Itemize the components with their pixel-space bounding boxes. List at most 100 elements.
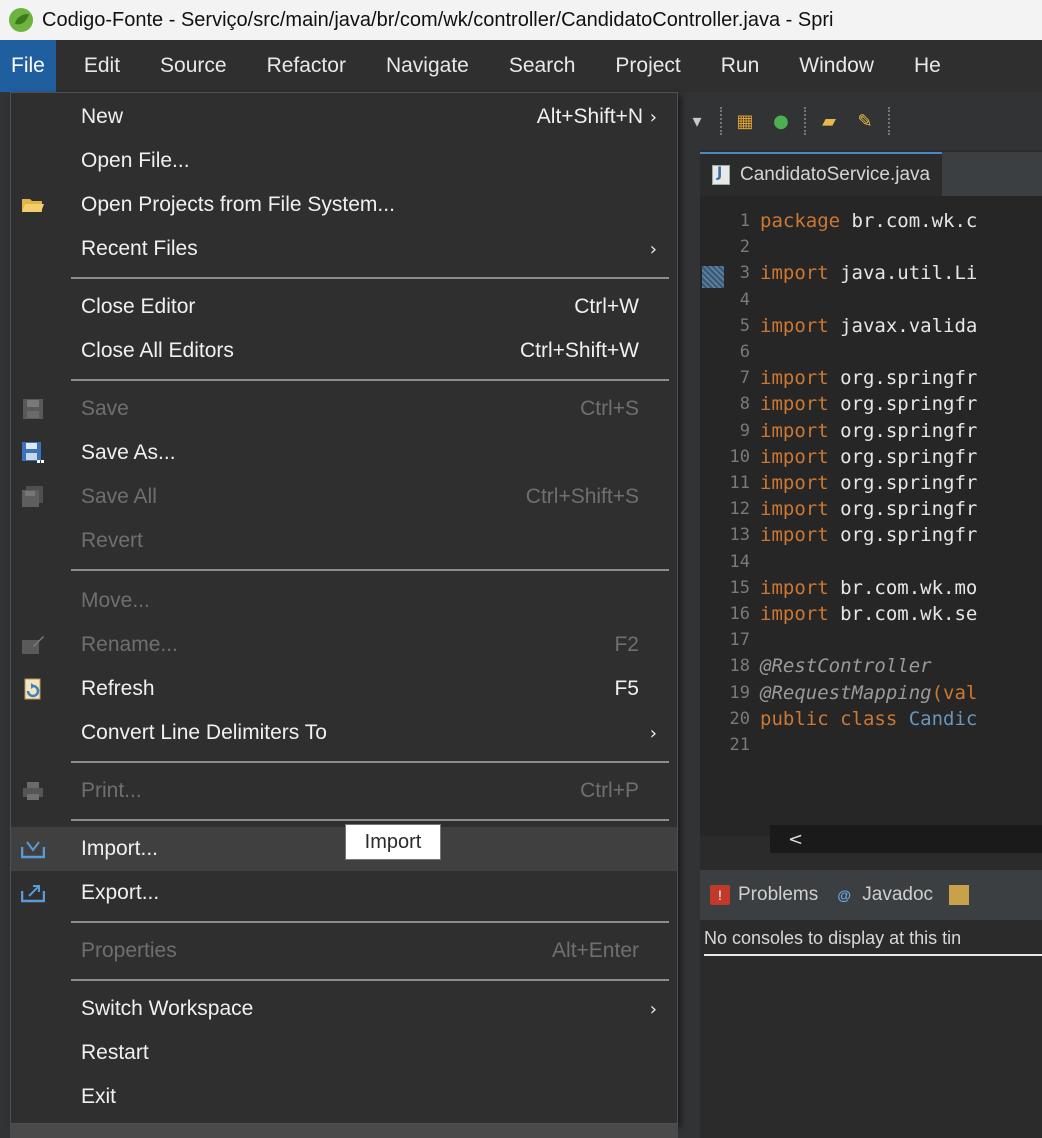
code-token: org.springfr: [828, 524, 978, 547]
menu-project[interactable]: Project: [595, 40, 700, 92]
export-icon: [19, 879, 47, 907]
window-bottom-edge: [10, 1124, 678, 1138]
code-token: (val: [931, 681, 978, 704]
code-editor[interactable]: 1 package br.com.wk.c 2 3 import java.util.L…: [700, 196, 1042, 836]
line-number: 3: [739, 263, 750, 284]
open-folder-icon: [19, 191, 47, 219]
editor-tab-bar: CandidatoService.java: [700, 152, 1042, 196]
menu-item-switch-workspace[interactable]: Switch Workspace ›: [11, 987, 677, 1031]
problems-icon: !: [710, 885, 730, 905]
console-empty-message: No consoles to display at this tin: [704, 928, 962, 948]
bottom-panel-tabs: ! Problems @ Javadoc: [700, 870, 1042, 920]
code-token: import: [760, 445, 829, 468]
menu-refactor[interactable]: Refactor: [247, 40, 366, 92]
printer-icon: [19, 777, 47, 805]
line-number: 11: [729, 473, 750, 493]
line-number: 13: [729, 525, 750, 546]
menu-item-restart[interactable]: Restart: [11, 1031, 677, 1075]
code-line: 3 import java.util.Li: [700, 260, 978, 286]
code-token: Candic: [897, 707, 978, 730]
line-number: 19: [729, 682, 750, 703]
menu-file[interactable]: File: [0, 40, 56, 92]
tab-problems-label: Problems: [738, 884, 819, 905]
menu-item-exit[interactable]: Exit: [11, 1075, 677, 1119]
code-token: import: [760, 393, 829, 416]
code-line: 1 package br.com.wk.c: [700, 208, 978, 234]
code-token: javax.valida: [828, 314, 978, 337]
line-number: 7: [739, 368, 750, 389]
code-line: 20 public class Candic: [700, 706, 978, 732]
menu-search[interactable]: Search: [489, 40, 596, 92]
code-line: 14: [700, 549, 760, 575]
code-token: org.springfr: [828, 393, 978, 416]
declaration-icon[interactable]: [949, 885, 970, 905]
toolbar-dropdown-icon[interactable]: ▾: [684, 108, 710, 134]
menu-item-save-as[interactable]: Save As...: [11, 431, 677, 475]
menu-item-export[interactable]: Export...: [11, 871, 677, 915]
menu-item-import[interactable]: Import...: [11, 827, 677, 871]
menu-item-new[interactable]: New Alt+Shift+N ›: [11, 95, 677, 139]
code-line: 17: [700, 627, 760, 653]
line-number: 20: [729, 708, 750, 729]
menu-help[interactable]: He: [894, 40, 961, 92]
menu-separator: [71, 819, 669, 821]
toolbar-separator: [804, 107, 806, 135]
title-bar: Codigo-Fonte - Serviço/src/main/java/br/…: [0, 0, 1042, 40]
code-token: @RestController: [760, 655, 932, 678]
tab-javadoc-label: Javadoc: [862, 884, 934, 905]
menu-navigate[interactable]: Navigate: [366, 40, 489, 92]
menu-item-refresh[interactable]: Refresh F5: [11, 667, 677, 711]
code-token: org.springfr: [828, 419, 978, 442]
tab-javadoc[interactable]: @ Javadoc: [834, 884, 933, 906]
menu-item-open-projects[interactable]: Open Projects from File System...: [11, 183, 677, 227]
menu-separator: [71, 379, 669, 381]
code-line: 8 import org.springfr: [700, 391, 978, 417]
code-token: java.util.Li: [828, 262, 978, 285]
code-token: import: [760, 576, 829, 599]
menu-item-rename: Rename... F2: [11, 623, 677, 667]
menu-item-close-editor[interactable]: Close Editor Ctrl+W: [11, 285, 677, 329]
code-line: 4: [700, 287, 760, 313]
line-number: 4: [739, 289, 750, 310]
line-number: 16: [729, 604, 750, 624]
scroll-left-icon[interactable]: <: [788, 829, 803, 850]
code-token: import: [760, 524, 829, 547]
code-token: import: [760, 419, 829, 442]
line-number: 14: [729, 551, 750, 572]
menu-separator: [71, 979, 669, 981]
code-line: 13 import org.springfr: [700, 522, 978, 548]
line-number: 8: [739, 394, 750, 415]
menu-separator: [71, 761, 669, 763]
menu-item-print: Print... Ctrl+P: [11, 769, 677, 813]
menu-item-convert-line-delimiters[interactable]: Convert Line Delimiters To ›: [11, 711, 677, 755]
tab-problems[interactable]: ! Problems: [710, 884, 818, 906]
console-divider: [704, 954, 1042, 956]
editor-horizontal-scrollbar[interactable]: <: [770, 825, 1042, 853]
line-number: 2: [739, 237, 750, 258]
menu-item-recent-files[interactable]: Recent Files ›: [11, 227, 677, 271]
code-token: org.springfr: [828, 367, 978, 390]
menu-window[interactable]: Window: [779, 40, 894, 92]
line-number: 9: [739, 420, 750, 441]
menu-item-close-all-editors[interactable]: Close All Editors Ctrl+Shift+W: [11, 329, 677, 373]
menu-edit[interactable]: Edit: [56, 40, 140, 92]
editor-tab-candidato-service[interactable]: CandidatoService.java: [700, 152, 943, 196]
javadoc-icon: @: [837, 887, 852, 903]
menu-run[interactable]: Run: [701, 40, 780, 92]
menu-source[interactable]: Source: [140, 40, 247, 92]
open-folder-icon[interactable]: ▰: [816, 108, 842, 134]
new-package-icon[interactable]: ▦: [732, 108, 758, 134]
code-token: org.springfr: [828, 445, 978, 468]
import-tooltip: Import: [345, 824, 441, 860]
submenu-arrow-icon: ›: [649, 238, 657, 260]
new-class-icon[interactable]: ●: [768, 108, 794, 134]
pencil-icon[interactable]: ✎: [852, 108, 878, 134]
submenu-arrow-icon: ›: [649, 998, 657, 1020]
menu-item-open-file[interactable]: Open File...: [11, 139, 677, 183]
menu-bar: File Edit Source Refactor Navigate Searc…: [0, 40, 1042, 92]
code-token: import: [760, 367, 829, 390]
code-token: br.com.wk.c: [840, 210, 978, 232]
line-number: 1: [739, 211, 750, 231]
code-token: import: [760, 498, 829, 521]
code-token: @RequestMapping: [760, 681, 932, 704]
